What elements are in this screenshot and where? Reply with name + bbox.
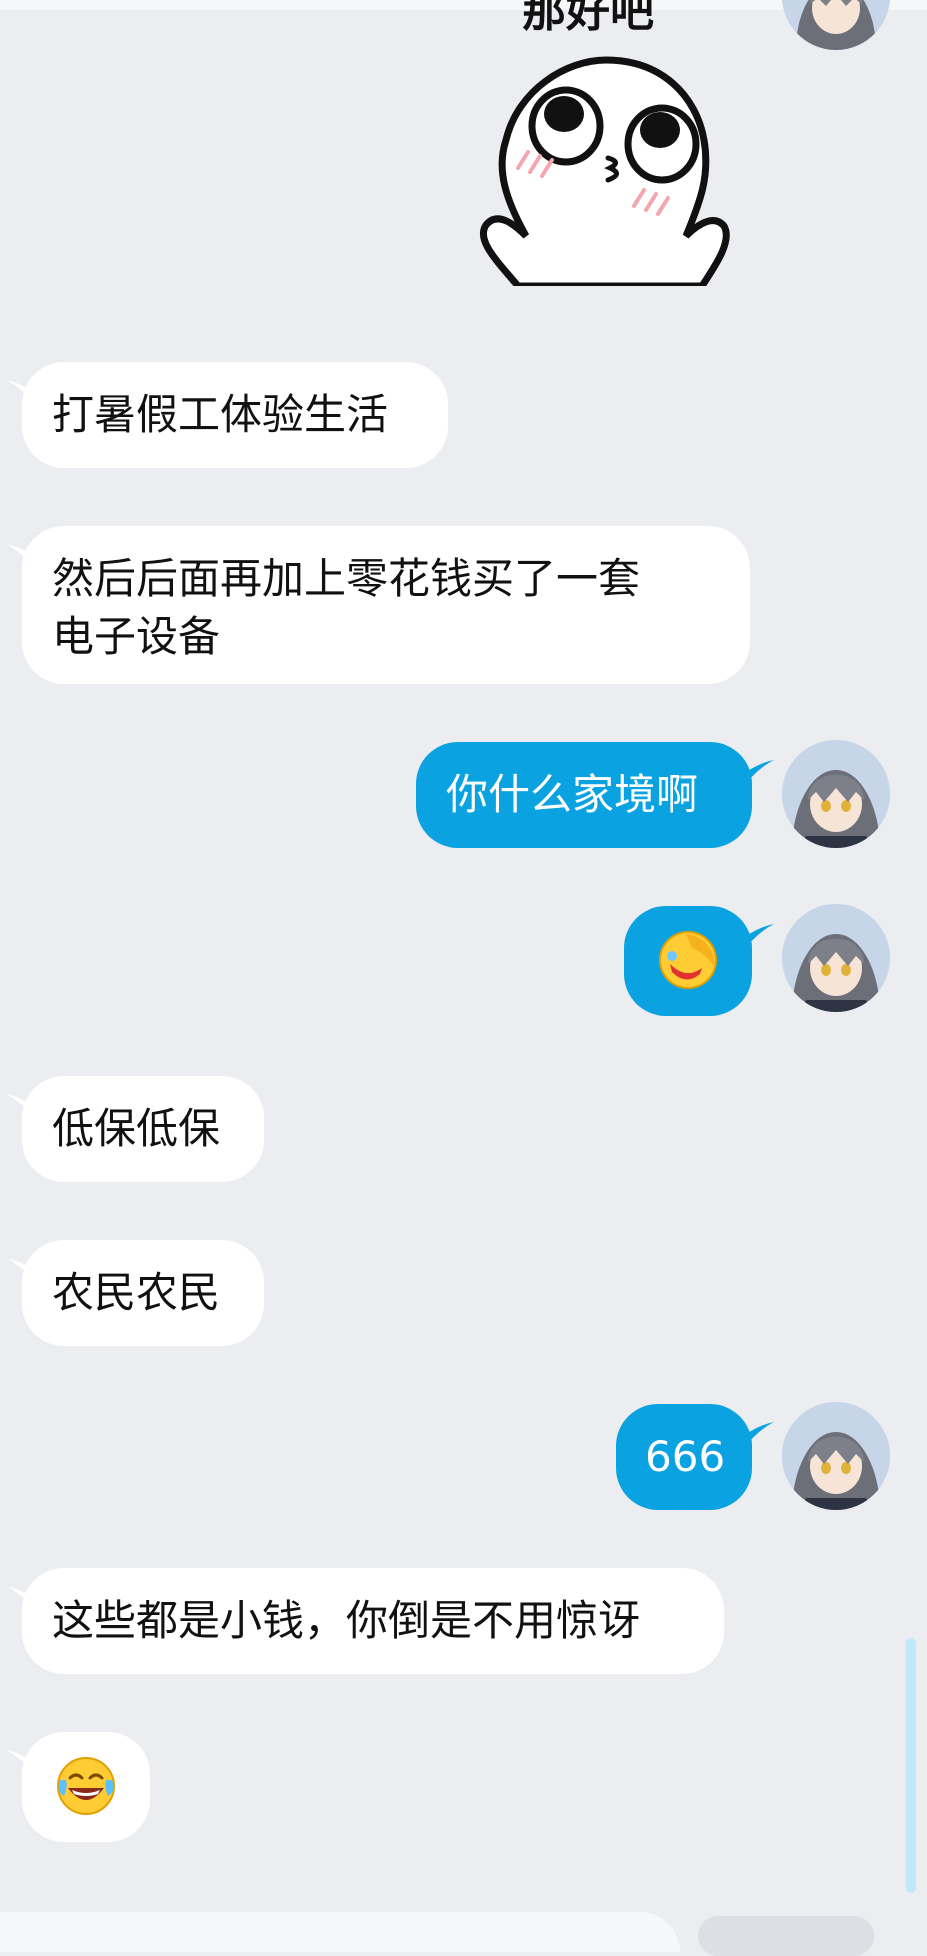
input-bar-button[interactable] [698,1916,874,1956]
message-text: 这些都是小钱，你倒是不用惊讶 [52,1596,641,1645]
message-text: 低保低保 [52,1104,221,1153]
message-text: 打暑假工体验生活 [52,390,389,439]
anime-avatar-icon [782,904,890,1012]
sticker-message[interactable]: 那好吧 [456,0,756,286]
sticker-caption: 那好吧 [522,0,654,37]
facepalm-laugh-emoji-icon [659,931,717,989]
my-avatar[interactable] [782,740,890,848]
my-avatar[interactable] [782,904,890,1012]
outgoing-message-bubble[interactable]: 666 [616,1404,752,1510]
incoming-message-bubble[interactable]: 然后后面再加上零花钱买了一套 电子设备 [22,526,750,684]
bubble-tail [736,1422,774,1448]
outgoing-emoji-bubble[interactable] [624,906,752,1016]
message-text: 你什么家境啊 [446,770,699,819]
input-bar-area [0,1912,680,1952]
anime-avatar-icon [782,1402,890,1510]
bubble-tail [736,760,774,786]
cartoon-sticker-image: 那好吧 [479,0,730,286]
incoming-message-bubble[interactable]: 这些都是小钱，你倒是不用惊讶 [22,1568,724,1674]
my-avatar[interactable] [782,1402,890,1510]
my-avatar[interactable] [782,0,890,50]
chat-message-list[interactable]: 那好吧 打暑假工体验生活 然后后面再加上零花钱买了一套 电子设备 你什么家境啊 … [0,0,927,1936]
message-text-line: 电子设备 [52,612,221,661]
message-text-line: 然后后面再加上零花钱买了一套 [52,554,641,603]
anime-avatar-icon [782,0,890,50]
incoming-emoji-bubble[interactable] [22,1732,150,1842]
outgoing-message-bubble[interactable]: 你什么家境啊 [416,742,752,848]
chat-scrollbar[interactable] [906,1638,916,1893]
incoming-message-bubble[interactable]: 低保低保 [22,1076,264,1182]
incoming-message-bubble[interactable]: 打暑假工体验生活 [22,362,448,468]
incoming-message-bubble[interactable]: 农民农民 [22,1240,264,1346]
message-text: 农民农民 [52,1268,221,1317]
bubble-tail [736,924,774,950]
tears-of-joy-emoji-icon [57,1757,115,1815]
anime-avatar-icon [782,740,890,848]
